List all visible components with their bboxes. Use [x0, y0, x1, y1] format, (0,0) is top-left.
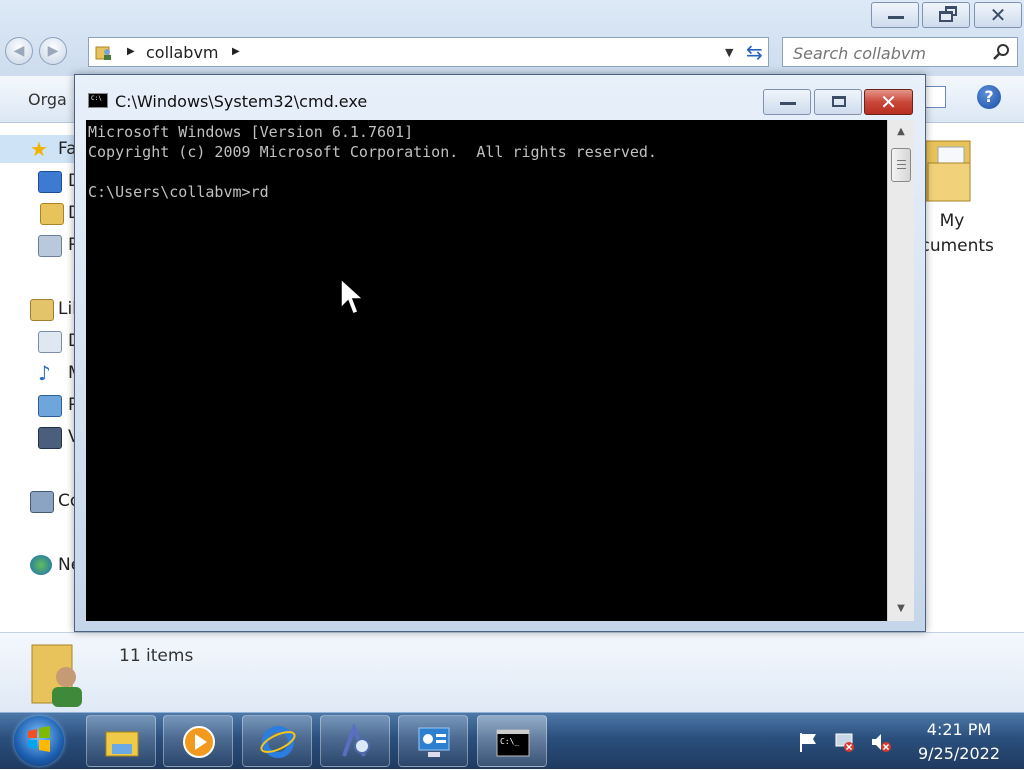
- item-count: 11 items: [119, 646, 194, 666]
- search-input[interactable]: [791, 41, 995, 65]
- mouse-cursor-icon: [340, 278, 364, 315]
- console-scrollbar[interactable]: ▲ ▼: [887, 120, 914, 621]
- cmd-title: C:\Windows\System32\cmd.exe: [115, 92, 368, 111]
- my-documents-folder-icon: [925, 140, 971, 202]
- cmd-title-icon: C:\: [88, 93, 108, 108]
- breadcrumb-arrow-icon[interactable]: ▶: [232, 46, 240, 57]
- taskbar: C:\_ 4:21 PM 9/25/2022: [0, 712, 1024, 769]
- forward-button[interactable]: ▶: [39, 37, 67, 65]
- navigation-pane: ★ Fa D D R Lib D ♪ M P: [0, 123, 83, 631]
- nav-item-music[interactable]: ♪ M: [0, 359, 83, 387]
- scroll-down-icon[interactable]: ▼: [888, 597, 914, 621]
- internet-explorer-icon: [260, 726, 296, 758]
- windows-explorer-icon: [105, 731, 139, 757]
- start-button[interactable]: [14, 716, 64, 766]
- clock-time[interactable]: 4:21 PM: [904, 720, 1014, 739]
- videos-library-icon: [38, 427, 62, 449]
- documents-library-icon: [38, 331, 62, 353]
- nav-item-libraries[interactable]: Lib: [0, 295, 83, 323]
- nav-item-downloads[interactable]: D: [0, 199, 81, 227]
- nav-item-desktop[interactable]: D: [0, 167, 81, 195]
- desktop-icon: [38, 171, 62, 193]
- volume-muted-icon[interactable]: [870, 731, 892, 753]
- cmd-minimize-button[interactable]: [763, 89, 811, 115]
- action-center-flag-icon[interactable]: [798, 731, 820, 753]
- taskbar-cmd-button[interactable]: C:\_: [477, 715, 547, 767]
- explorer-close-button[interactable]: ✕: [974, 2, 1022, 28]
- nav-item-favorites[interactable]: ★ Fa: [0, 135, 77, 163]
- explorer-restore-button[interactable]: [922, 2, 970, 28]
- nav-item-documents[interactable]: D: [0, 327, 81, 355]
- search-app-icon: [342, 724, 370, 757]
- console-output[interactable]: Microsoft Windows [Version 6.1.7601] Cop…: [86, 120, 887, 621]
- refresh-icon[interactable]: ⇆: [746, 40, 763, 64]
- network-icon: [30, 555, 52, 575]
- explorer-titlebar: ✕ ◀ ▶ ▶ collabvm ▶ ▼ ⇆: [0, 0, 1024, 76]
- svg-text:C:\_: C:\_: [500, 737, 519, 746]
- details-pane: 11 items: [0, 632, 1024, 713]
- scroll-thumb[interactable]: [891, 148, 911, 182]
- media-player-icon: [183, 726, 215, 758]
- breadcrumb-collabvm[interactable]: collabvm: [146, 43, 219, 62]
- taskbar-control-panel-button[interactable]: [398, 715, 468, 767]
- preview-pane-icon[interactable]: [924, 86, 946, 108]
- address-dropdown-icon[interactable]: ▼: [725, 46, 733, 59]
- nav-item-videos[interactable]: V: [0, 423, 80, 451]
- search-icon[interactable]: [993, 43, 1011, 61]
- file-list: My ocuments: [910, 123, 1024, 631]
- cmd-maximize-button[interactable]: [814, 89, 862, 115]
- cmd-close-button[interactable]: ✕: [864, 89, 913, 115]
- nav-item-recent[interactable]: R: [0, 231, 80, 259]
- clock-date[interactable]: 9/25/2022: [904, 744, 1014, 763]
- music-library-icon: ♪: [38, 361, 51, 385]
- downloads-folder-icon: [40, 203, 64, 225]
- taskbar-explorer-button[interactable]: [86, 715, 156, 767]
- windows-logo-icon: [28, 726, 50, 752]
- address-bar[interactable]: ▶ collabvm ▶ ▼ ⇆: [88, 37, 769, 67]
- scroll-up-icon[interactable]: ▲: [888, 120, 914, 144]
- cmd-window[interactable]: C:\ C:\Windows\System32\cmd.exe ✕ Micros…: [74, 74, 926, 632]
- nav-item-pictures[interactable]: P: [0, 391, 78, 419]
- control-panel-icon: [418, 727, 450, 757]
- console-text: Microsoft Windows [Version 6.1.7601] Cop…: [88, 123, 657, 201]
- taskbar-media-player-button[interactable]: [163, 715, 233, 767]
- computer-icon: [30, 491, 54, 513]
- organize-menu[interactable]: Orga: [28, 90, 67, 109]
- taskbar-ie-button[interactable]: [242, 715, 312, 767]
- nav-item-computer[interactable]: Co: [0, 487, 80, 515]
- user-folder-icon: [95, 46, 111, 60]
- search-box[interactable]: [782, 37, 1018, 67]
- favorites-star-icon: ★: [30, 137, 48, 161]
- taskbar-search-app-button[interactable]: [320, 715, 390, 767]
- nav-item-network[interactable]: Ne: [0, 551, 81, 579]
- recent-places-icon: [38, 235, 62, 257]
- user-folder-large-icon: [31, 644, 82, 707]
- libraries-icon: [30, 299, 54, 321]
- explorer-minimize-button[interactable]: [871, 2, 919, 28]
- pictures-library-icon: [38, 395, 62, 417]
- back-button[interactable]: ◀: [5, 37, 33, 65]
- network-disconnected-icon[interactable]: [834, 731, 856, 753]
- breadcrumb-arrow-icon[interactable]: ▶: [127, 46, 135, 57]
- cmd-icon: C:\_: [496, 729, 530, 757]
- help-icon[interactable]: ?: [977, 85, 1001, 109]
